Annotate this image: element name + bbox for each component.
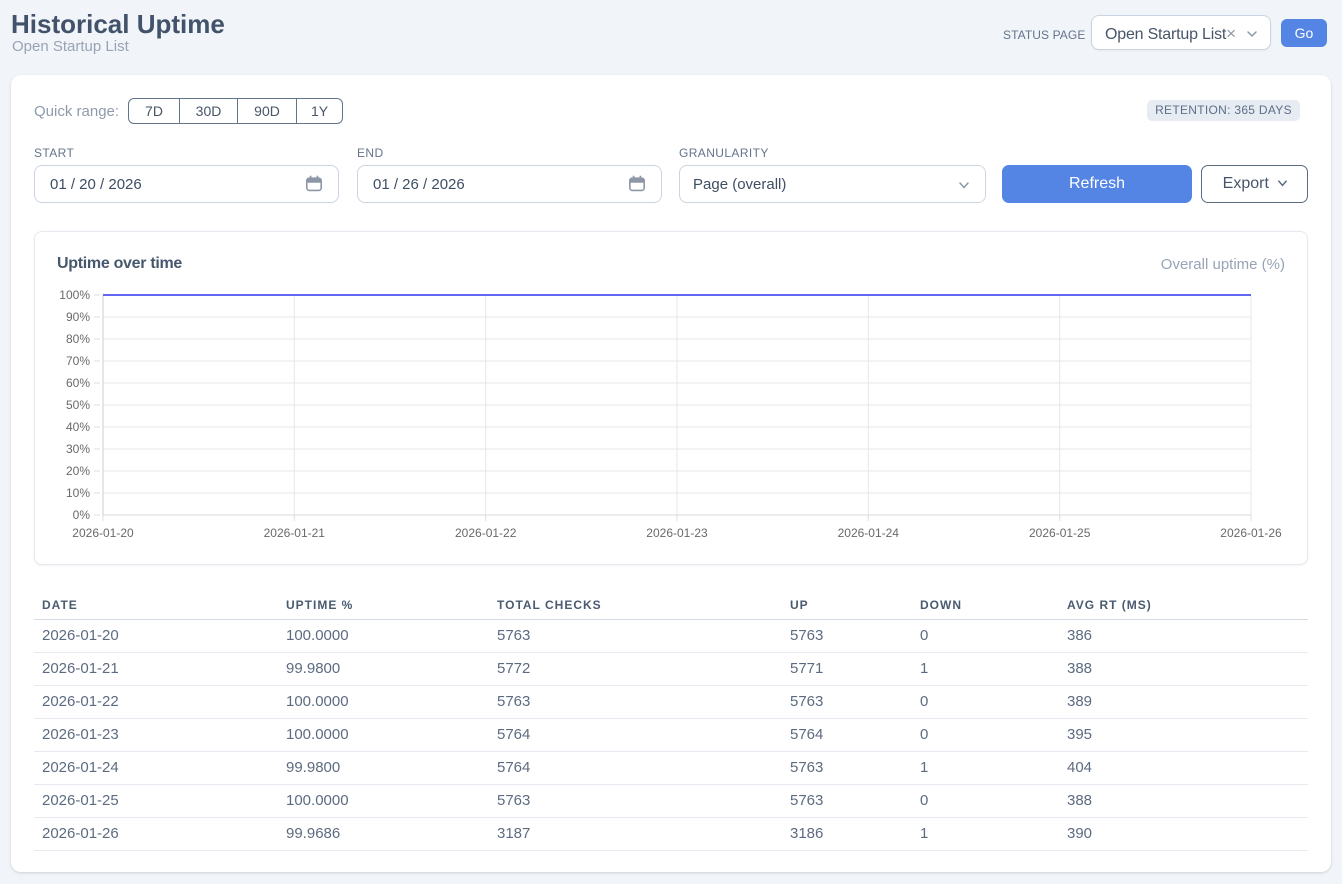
svg-text:40%: 40%	[66, 420, 90, 434]
svg-text:2026-01-20: 2026-01-20	[72, 526, 134, 540]
svg-text:60%: 60%	[66, 376, 90, 390]
svg-text:80%: 80%	[66, 332, 90, 346]
svg-text:2026-01-21: 2026-01-21	[264, 526, 326, 540]
svg-text:2026-01-26: 2026-01-26	[1220, 526, 1282, 540]
svg-text:70%: 70%	[66, 354, 90, 368]
svg-text:50%: 50%	[66, 398, 90, 412]
svg-text:2026-01-23: 2026-01-23	[646, 526, 708, 540]
svg-text:20%: 20%	[66, 464, 90, 478]
svg-text:90%: 90%	[66, 310, 90, 324]
svg-text:10%: 10%	[66, 486, 90, 500]
svg-text:2026-01-25: 2026-01-25	[1029, 526, 1091, 540]
svg-text:2026-01-24: 2026-01-24	[838, 526, 900, 540]
svg-text:2026-01-22: 2026-01-22	[455, 526, 517, 540]
svg-text:100%: 100%	[59, 288, 90, 302]
svg-text:30%: 30%	[66, 442, 90, 456]
svg-text:0%: 0%	[73, 508, 91, 522]
